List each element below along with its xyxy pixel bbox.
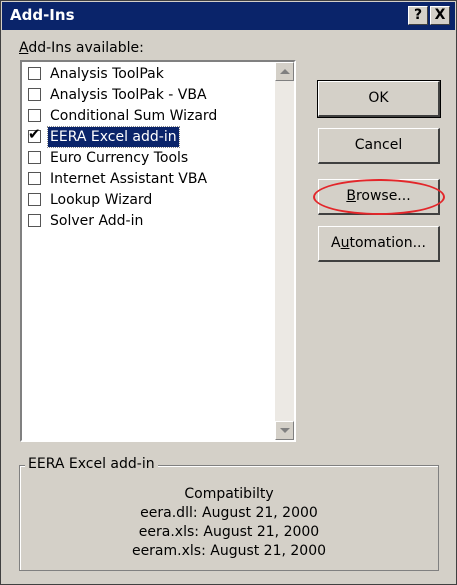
- browse-highlight-annotation: [313, 179, 445, 215]
- cancel-button[interactable]: Cancel: [318, 128, 440, 164]
- down-arrow-icon: [280, 428, 290, 433]
- help-button[interactable]: ?: [408, 6, 428, 25]
- list-item-label: EERA Excel add-in: [47, 126, 180, 148]
- list-item[interactable]: Lookup Wizard: [26, 190, 272, 210]
- list-item-label: Solver Add-in: [50, 213, 144, 229]
- description-title: EERA Excel add-in: [25, 456, 158, 472]
- checkbox[interactable]: [28, 151, 41, 164]
- list-item[interactable]: Euro Currency Tools: [26, 148, 272, 168]
- checkmark-icon: ✔: [28, 125, 41, 143]
- list-item-label: Analysis ToolPak - VBA: [50, 87, 207, 103]
- list-item[interactable]: Solver Add-in: [26, 211, 272, 231]
- list-item-label: Internet Assistant VBA: [50, 171, 208, 187]
- list-item[interactable]: Analysis ToolPak - VBA: [26, 85, 272, 105]
- checkbox[interactable]: [28, 88, 41, 101]
- checkbox[interactable]: [28, 109, 41, 122]
- list-label: Add-Ins available:: [19, 40, 144, 56]
- scroll-up-button[interactable]: [275, 62, 294, 81]
- add-ins-listbox[interactable]: Analysis ToolPak Analysis ToolPak - VBA Co…: [20, 60, 296, 442]
- list-item[interactable]: Analysis ToolPak: [26, 64, 272, 84]
- list-item-label: Analysis ToolPak: [50, 66, 164, 82]
- list-scrollbar[interactable]: [275, 62, 294, 440]
- list-items: Analysis ToolPak Analysis ToolPak - VBA Co…: [22, 62, 275, 440]
- description-line: eeram.xls: August 21, 2000: [131, 543, 327, 559]
- title-bar[interactable]: Add-Ins ? X: [2, 2, 455, 30]
- list-item-label: Lookup Wizard: [50, 192, 153, 208]
- checkbox[interactable]: [28, 214, 41, 227]
- checkbox[interactable]: [28, 193, 41, 206]
- description-text: Compatibilty eera.dll: August 21, 2000 eer…: [19, 485, 439, 561]
- description-line: Compatibilty: [184, 486, 274, 502]
- list-item-label: Conditional Sum Wizard: [50, 108, 218, 124]
- ok-button[interactable]: OK: [317, 80, 441, 118]
- window-title: Add-Ins: [10, 6, 75, 24]
- scroll-down-button[interactable]: [275, 421, 294, 440]
- up-arrow-icon: [280, 69, 290, 74]
- checkbox[interactable]: [28, 67, 41, 80]
- list-item-label: Euro Currency Tools: [50, 150, 189, 166]
- list-item[interactable]: Conditional Sum Wizard: [26, 106, 272, 126]
- close-button[interactable]: X: [430, 6, 450, 25]
- list-item[interactable]: Internet Assistant VBA: [26, 169, 272, 189]
- list-item[interactable]: ✔ EERA Excel add-in: [26, 125, 272, 148]
- description-line: eera.xls: August 21, 2000: [138, 524, 320, 540]
- description-line: eera.dll: August 21, 2000: [140, 505, 318, 521]
- add-ins-dialog: Add-Ins ? X Add-Ins available: Analysis …: [0, 0, 457, 585]
- automation-button[interactable]: Automation...: [318, 226, 440, 262]
- checkbox[interactable]: ✔: [28, 125, 41, 143]
- checkbox[interactable]: [28, 172, 41, 185]
